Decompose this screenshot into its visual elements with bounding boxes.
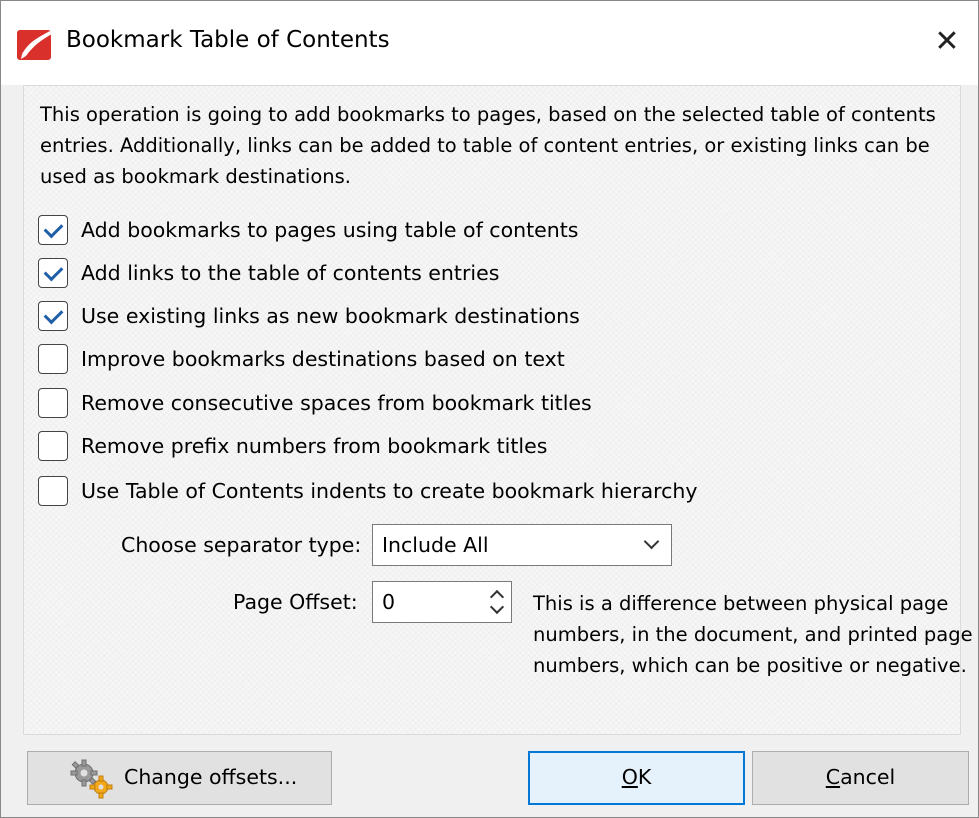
cancel-label: Cancel xyxy=(825,765,896,789)
checkbox[interactable] xyxy=(38,388,68,418)
page-offset-help-text: This is a difference between physical pa… xyxy=(533,592,973,677)
checkbox-label: Remove prefix numbers from bookmark titl… xyxy=(81,434,548,458)
checkbox-label: Use Table of Contents indents to create … xyxy=(81,479,698,503)
spin-down-icon[interactable] xyxy=(489,599,505,615)
bookmark-toc-dialog: Bookmark Table of Contents ✕ This operat… xyxy=(0,0,979,818)
checkbox-label: Add bookmarks to pages using table of co… xyxy=(81,218,579,242)
option-remove-spaces[interactable]: Remove consecutive spaces from bookmark … xyxy=(38,386,592,420)
change-offsets-label: Change offsets... xyxy=(124,765,298,789)
checkbox-label: Use existing links as new bookmark desti… xyxy=(81,304,580,328)
page-offset-value: 0 xyxy=(382,590,396,614)
checkbox[interactable] xyxy=(38,344,68,374)
option-add-bookmarks[interactable]: Add bookmarks to pages using table of co… xyxy=(38,213,578,247)
ok-label: OK xyxy=(621,765,652,789)
chevron-down-icon xyxy=(643,533,660,550)
gears-icon xyxy=(70,759,113,799)
checkbox[interactable] xyxy=(38,301,68,331)
option-use-existing-links[interactable]: Use existing links as new bookmark desti… xyxy=(38,299,580,333)
close-icon[interactable]: ✕ xyxy=(926,21,968,63)
checkbox[interactable] xyxy=(38,476,68,506)
checkbox-label: Improve bookmarks destinations based on … xyxy=(81,347,565,371)
checkbox[interactable] xyxy=(38,258,68,288)
option-add-links[interactable]: Add links to the table of contents entri… xyxy=(38,256,499,290)
separator-type-value: Include All xyxy=(382,533,489,557)
pdf-app-icon xyxy=(17,30,52,60)
ok-button[interactable]: OK xyxy=(528,751,745,805)
separator-type-select[interactable]: Include All xyxy=(372,524,672,566)
cancel-button[interactable]: Cancel xyxy=(752,751,969,805)
page-offset-label: Page Offset: xyxy=(233,590,358,614)
checkbox-label: Add links to the table of contents entri… xyxy=(81,261,500,285)
option-improve-destinations[interactable]: Improve bookmarks destinations based on … xyxy=(38,342,565,376)
checkbox[interactable] xyxy=(38,431,68,461)
option-remove-prefix-numbers[interactable]: Remove prefix numbers from bookmark titl… xyxy=(38,429,547,463)
page-offset-stepper[interactable]: 0 xyxy=(372,581,512,623)
options-panel: This operation is going to add bookmarks… xyxy=(23,85,973,735)
separator-type-label: Choose separator type: xyxy=(121,533,362,557)
option-toc-indents-hierarchy[interactable]: Use Table of Contents indents to create … xyxy=(38,474,698,508)
title-bar: Bookmark Table of Contents ✕ xyxy=(1,1,978,85)
checkbox[interactable] xyxy=(38,215,68,245)
checkbox-label: Remove consecutive spaces from bookmark … xyxy=(81,391,592,415)
dialog-title: Bookmark Table of Contents xyxy=(66,27,390,53)
description-text: This operation is going to add bookmarks… xyxy=(40,103,936,188)
change-offsets-button[interactable]: Change offsets... xyxy=(27,751,332,805)
